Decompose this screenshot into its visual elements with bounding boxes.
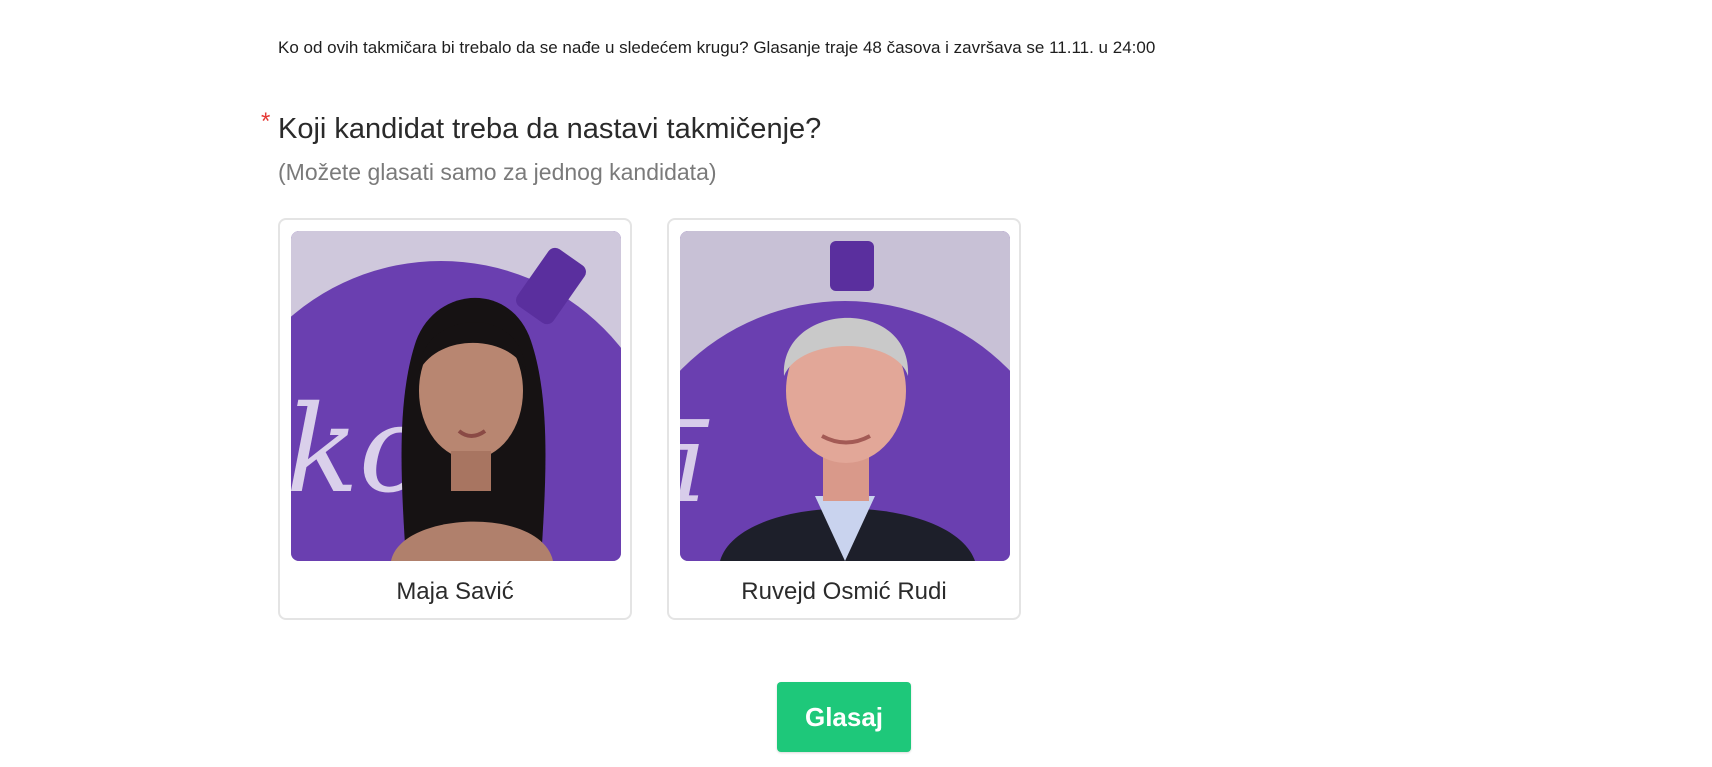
required-asterisk: * (261, 108, 271, 135)
candidate-name: Ruvejd Osmić Rudi (741, 578, 947, 605)
candidate-photo: ī (680, 231, 1010, 561)
poll-hint: (Možete glasati samo za jednog kandidata… (278, 159, 717, 185)
candidate-name: Maja Savić (396, 578, 514, 605)
poll-intro-text: Ko od ovih takmičara bi trebalo da se na… (278, 38, 1156, 57)
candidate-card-maja-savic[interactable]: kc Maja Savić (278, 218, 632, 620)
poll-question: Koji kandidat treba da nastavi takmičenj… (278, 113, 822, 145)
candidate-photo: kc (291, 231, 621, 561)
poll-page: Ko od ovih takmičara bi trebalo da se na… (0, 0, 1712, 767)
vote-button[interactable]: Glasaj (777, 682, 911, 752)
candidate-card-ruvejd-osmic-rudi[interactable]: ī Ruvejd Osmić Rudi (667, 218, 1021, 620)
